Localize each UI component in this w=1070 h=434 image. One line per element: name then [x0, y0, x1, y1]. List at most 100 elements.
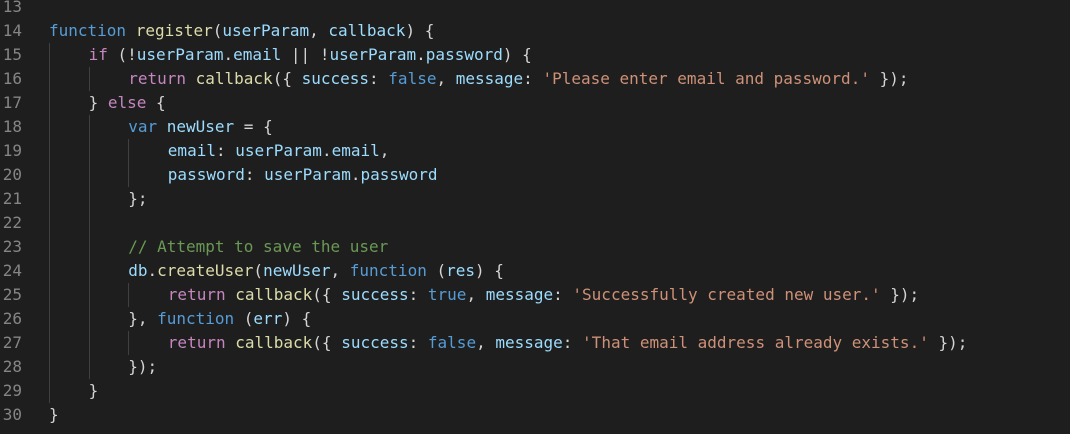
code-token: ( [234, 309, 254, 328]
code-text: return callback({ success: false, messag… [128, 67, 908, 91]
code-token: }); [128, 357, 158, 376]
code-line[interactable]: 17 } else { [0, 91, 1070, 115]
line-number: 18 [2, 117, 22, 136]
code-token: false [388, 69, 437, 88]
code-token: userParam [136, 45, 224, 64]
code-token: , [330, 261, 350, 280]
code-token: }); [928, 333, 968, 352]
indent-guide [49, 43, 50, 403]
code-token: function [49, 21, 127, 40]
code-line[interactable]: 24 db.createUser(newUser, function (res) … [0, 259, 1070, 283]
code-text: var newUser = { [128, 115, 273, 139]
code-token: createUser [157, 261, 254, 280]
code-token: return [128, 69, 186, 88]
code-line[interactable]: 20 password: userParam.password [0, 163, 1070, 187]
code-line[interactable]: 13 [0, 0, 1070, 19]
code-token: message [495, 333, 563, 352]
code-token: , [476, 333, 496, 352]
code-token: else [107, 93, 147, 112]
code-token: callback [195, 69, 273, 88]
code-token: (! [107, 45, 137, 64]
code-token: || ! [281, 45, 330, 64]
code-token: 'That email address already exists.' [582, 333, 929, 352]
code-line[interactable]: 21}; [0, 187, 1070, 211]
indent-guide [89, 67, 90, 91]
code-token: }); [880, 285, 920, 304]
indent-guide [128, 283, 129, 307]
code-token: ) { [282, 309, 312, 328]
code-token: err [253, 309, 283, 328]
code-token: ) { [502, 45, 532, 64]
code-token: success [341, 333, 409, 352]
code-line[interactable]: 29} [0, 379, 1070, 403]
code-line[interactable]: 30} [0, 403, 1070, 427]
code-line[interactable]: 16 return callback({ success: false, mess… [0, 67, 1070, 91]
code-token: ({ [272, 69, 302, 88]
code-token: : [408, 285, 428, 304]
code-token: , [466, 285, 486, 304]
code-token: return [167, 333, 226, 352]
code-line[interactable]: 26}, function (err) { [0, 307, 1070, 331]
code-token: callback [235, 285, 313, 304]
code-text: }, function (err) { [128, 307, 311, 331]
code-token: userParam [235, 141, 322, 160]
code-text: function register(userParam, callback) { [49, 19, 434, 43]
code-token: success [341, 285, 409, 304]
code-line[interactable]: 14 function register(userParam, callback)… [0, 19, 1070, 43]
code-token: ( [212, 21, 223, 40]
code-token: userParam [329, 45, 417, 64]
code-line[interactable]: 18 var newUser = { [0, 115, 1070, 139]
line-number: 17 [2, 93, 22, 112]
code-token: . [147, 261, 158, 280]
code-token: . [223, 45, 234, 64]
code-token: : [215, 141, 236, 160]
code-line[interactable]: 28}); [0, 355, 1070, 379]
code-line[interactable]: 23 // Attempt to save the user [0, 235, 1070, 259]
code-editor[interactable]: 13 14 function register(userParam, callbac… [0, 0, 1070, 434]
code-token: function [349, 261, 427, 280]
line-number: 27 [2, 333, 22, 352]
code-token: callback [235, 333, 313, 352]
code-text: } else { [89, 91, 166, 115]
line-number: 20 [2, 165, 22, 184]
code-token: 'Please enter email and password.' [542, 69, 870, 88]
code-text: password: userParam.password [168, 163, 438, 187]
code-token: newUser [166, 117, 235, 136]
indent-guide [128, 139, 129, 187]
code-token: db [128, 261, 148, 280]
code-line[interactable]: 15 if (!userParam.email || !userParam.pas… [0, 43, 1070, 67]
code-token: ) { [405, 21, 435, 40]
code-token: : [523, 69, 543, 88]
line-number: 23 [2, 237, 22, 256]
line-number: 30 [2, 405, 22, 424]
line-number: 15 [2, 45, 22, 64]
indent-guide [128, 331, 129, 355]
code-token: email [233, 45, 282, 64]
code-text: // Attempt to save the user [128, 235, 388, 259]
code-token: : [553, 285, 573, 304]
code-token: ) { [475, 261, 504, 280]
line-number: 14 [2, 21, 22, 40]
code-line[interactable]: 25 return callback({ success: true, messa… [0, 283, 1070, 307]
line-number: 13 [2, 0, 22, 16]
code-token: : [562, 333, 583, 352]
code-token: : [369, 69, 389, 88]
code-text: } [89, 379, 99, 403]
line-number: 16 [2, 69, 22, 88]
code-token: return [167, 285, 226, 304]
code-line[interactable]: 22 [0, 211, 1070, 235]
code-token: ( [426, 261, 447, 280]
code-token: email [167, 141, 216, 160]
code-token: message [455, 69, 524, 88]
code-token: false [427, 333, 477, 352]
code-line[interactable]: 19 email: userParam.email, [0, 139, 1070, 163]
code-text: email: userParam.email, [168, 139, 390, 163]
line-number: 25 [2, 285, 22, 304]
code-token: userParam [264, 165, 351, 184]
code-line[interactable]: 27 return callback({ success: false, mess… [0, 331, 1070, 355]
code-token: , [379, 141, 390, 160]
code-token: 'Successfully created new user.' [572, 285, 881, 304]
code-token: } [49, 405, 59, 424]
